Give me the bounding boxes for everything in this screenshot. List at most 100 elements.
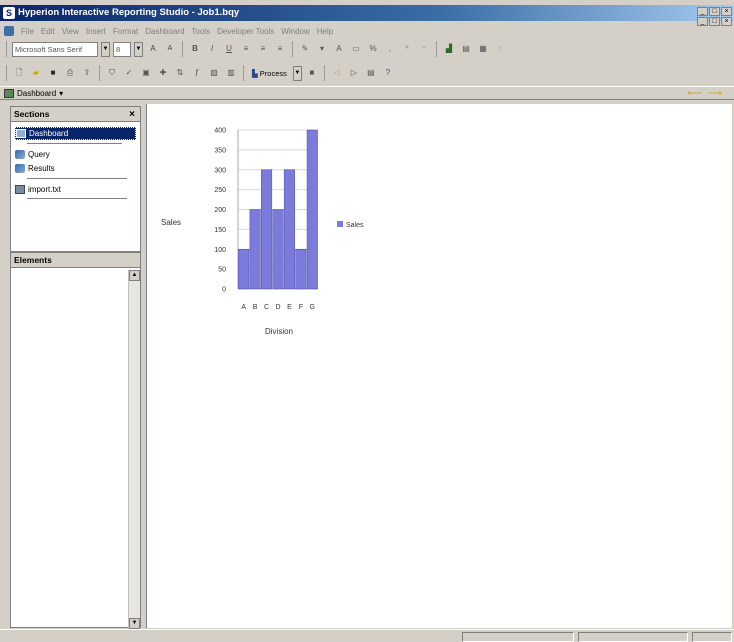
grid-options-icon[interactable]: ▦ <box>476 42 490 56</box>
section-label: Dashboard <box>29 129 69 138</box>
process-button[interactable]: ▙ Process <box>249 66 290 81</box>
section-icon[interactable]: ▣ <box>139 66 153 80</box>
section-item-results[interactable]: Results <box>15 162 55 175</box>
menu-file[interactable]: File <box>21 27 34 36</box>
y-tick-label: 150 <box>214 227 226 234</box>
process-icon: ▙ <box>252 68 258 78</box>
menu-dashboard[interactable]: Dashboard <box>145 27 184 36</box>
border-icon[interactable]: ▭ <box>349 42 363 56</box>
x-tick-label: G <box>310 304 315 311</box>
line-color-icon[interactable]: ✎ <box>298 42 312 56</box>
section-nav-bar: Dashboard ▾ ⟵⟶ <box>0 86 734 100</box>
divider <box>27 198 127 199</box>
results-section-icon <box>15 164 25 173</box>
menu-tools[interactable]: Tools <box>191 27 210 36</box>
menu-format[interactable]: Format <box>113 27 138 36</box>
chevron-down-icon[interactable]: ▾ <box>59 87 63 100</box>
section-item-dashboard[interactable]: Dashboard <box>15 127 136 140</box>
menu-developer-tools[interactable]: Developer Tools <box>217 27 274 36</box>
dashboard-canvas[interactable]: 0 50 100 150 200 250 300 350 400 ABCDEFG Sales D… <box>146 104 732 628</box>
font-color-icon[interactable]: A <box>332 42 346 56</box>
bar-g[interactable] <box>306 129 318 290</box>
document-icon[interactable] <box>4 26 14 36</box>
font-size-select[interactable]: 8 <box>113 41 131 57</box>
scroll-down-icon[interactable]: ▼ <box>129 618 140 629</box>
export-icon[interactable]: ⇪ <box>80 66 94 80</box>
drill-icon[interactable]: ◌ <box>493 42 507 56</box>
divider <box>27 143 122 144</box>
table-icon[interactable]: ▤ <box>364 66 378 80</box>
elements-header: Elements <box>11 253 140 268</box>
bar-c[interactable] <box>261 169 273 290</box>
close-button[interactable]: × <box>721 7 732 16</box>
restore-button[interactable]: □ <box>709 7 720 16</box>
x-axis-label: Division <box>265 327 293 336</box>
menu-help[interactable]: Help <box>317 27 333 36</box>
x-tick-label: A <box>241 304 246 311</box>
fill-color-icon[interactable]: ▾ <box>315 42 329 56</box>
layout-icon[interactable]: ▥ <box>224 66 238 80</box>
font-dropdown-icon[interactable]: ▼ <box>101 41 110 57</box>
chart-icon[interactable]: ▟ <box>442 42 456 56</box>
title-bar: S Hyperion Interactive Reporting Studio … <box>0 5 734 21</box>
help-icon[interactable]: ? <box>381 66 395 80</box>
bar-d[interactable] <box>272 209 284 290</box>
elements-scrollbar[interactable]: ▲ ▼ <box>128 270 140 629</box>
align-right-icon[interactable]: ≡ <box>273 42 287 56</box>
bold-icon[interactable]: B <box>188 42 202 56</box>
font-size-dropdown-icon[interactable]: ▼ <box>134 41 143 57</box>
sort-icon[interactable]: ⇅ <box>173 66 187 80</box>
doc-close-button[interactable]: × <box>721 17 732 26</box>
comma-icon[interactable]: , <box>383 42 397 56</box>
process-dropdown-icon[interactable]: ▼ <box>292 65 302 81</box>
check-icon[interactable]: ✓ <box>122 66 136 80</box>
y-tick-label: 50 <box>218 267 226 274</box>
bar-b[interactable] <box>249 209 261 290</box>
back-arrow-icon[interactable]: ⟵ <box>687 88 707 99</box>
y-tick-label: 200 <box>214 207 226 214</box>
forward-arrow-icon[interactable]: ⟶ <box>708 88 728 99</box>
decimal-increase-icon[interactable]: ⁺ <box>400 42 414 56</box>
back-icon[interactable]: ◁ <box>330 66 344 80</box>
sales-bar-chart[interactable]: 0 50 100 150 200 250 300 350 400 ABCDEFG Sales D… <box>147 104 733 628</box>
y-axis-label: Sales <box>161 218 181 227</box>
align-left-icon[interactable]: ≡ <box>239 42 253 56</box>
stop-icon[interactable]: ■ <box>305 66 319 80</box>
close-icon[interactable]: × <box>129 107 135 122</box>
x-tick-label: D <box>275 304 280 311</box>
status-cell <box>692 632 732 642</box>
open-icon[interactable]: ▰ <box>29 66 43 80</box>
minimize-button[interactable]: _ <box>697 7 708 16</box>
hide-icon[interactable]: ▧ <box>207 66 221 80</box>
status-cell <box>462 632 574 642</box>
save-icon[interactable]: ■ <box>46 66 60 80</box>
underline-icon[interactable]: U <box>222 42 236 56</box>
align-center-icon[interactable]: ≡ <box>256 42 270 56</box>
menu-window[interactable]: Window <box>281 27 309 36</box>
font-select[interactable]: Microsoft Sans Serif <box>12 41 98 57</box>
doc-restore-button[interactable]: □ <box>709 17 720 26</box>
section-selector[interactable]: Dashboard <box>17 87 56 100</box>
new-icon[interactable]: 🗋 <box>12 66 26 80</box>
italic-icon[interactable]: I <box>205 42 219 56</box>
bar-e[interactable] <box>283 169 295 290</box>
menu-view[interactable]: View <box>62 27 79 36</box>
scroll-up-icon[interactable]: ▲ <box>129 270 140 281</box>
legend-label: Sales <box>346 222 364 229</box>
percent-icon[interactable]: % <box>366 42 380 56</box>
forward-icon[interactable]: ▷ <box>347 66 361 80</box>
bar-a[interactable] <box>238 249 250 290</box>
print-icon[interactable]: ⎙ <box>63 66 77 80</box>
chart-options-icon[interactable]: ▤ <box>459 42 473 56</box>
increase-font-icon[interactable]: A <box>146 42 160 56</box>
menu-edit[interactable]: Edit <box>41 27 55 36</box>
filter-icon[interactable]: ⛉ <box>105 66 119 80</box>
compute-icon[interactable]: ƒ <box>190 66 204 80</box>
bar-f[interactable] <box>295 249 307 290</box>
section-item-import[interactable]: import.txt <box>15 183 61 196</box>
decrease-font-icon[interactable]: A <box>163 42 177 56</box>
pivot-icon[interactable]: ✚ <box>156 66 170 80</box>
section-item-query[interactable]: Query <box>15 148 50 161</box>
menu-insert[interactable]: Insert <box>86 27 106 36</box>
decimal-decrease-icon[interactable]: ⁻ <box>417 42 431 56</box>
